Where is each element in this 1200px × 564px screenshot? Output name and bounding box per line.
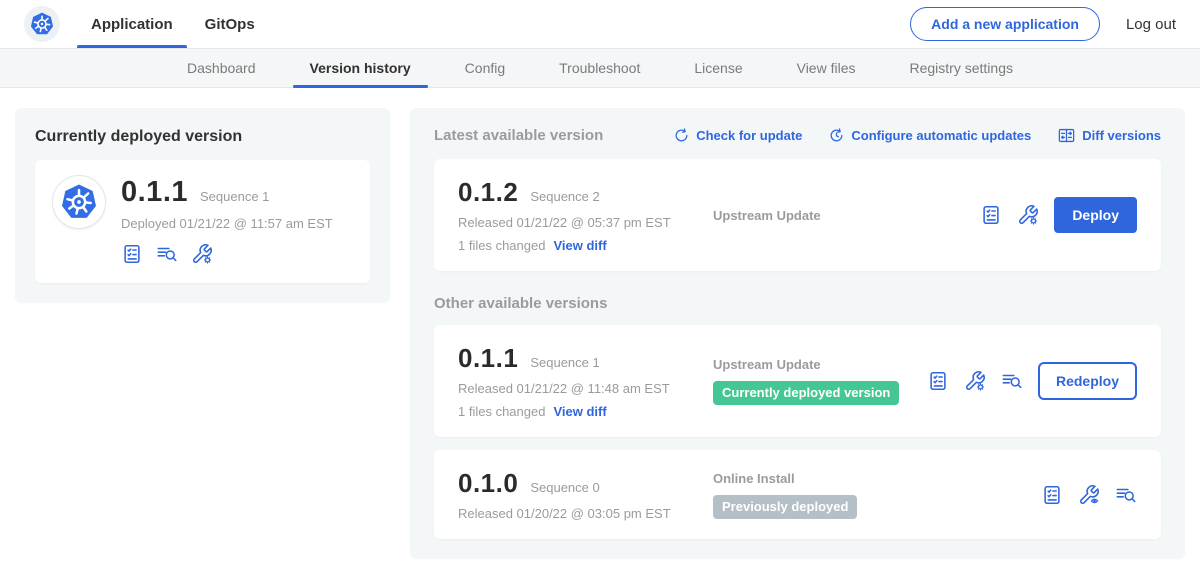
version-card-0-1-1: 0.1.1 Sequence 1 Released 01/21/22 @ 11:…: [434, 325, 1161, 437]
logs-icon[interactable]: [1115, 484, 1137, 506]
check-for-update-label: Check for update: [696, 128, 802, 143]
deployed-sequence-label: Sequence 1: [200, 189, 269, 204]
subnav-config[interactable]: Config: [438, 49, 532, 87]
deploy-button[interactable]: Deploy: [1054, 197, 1137, 233]
tab-application-label: Application: [91, 16, 173, 33]
checklist-icon[interactable]: [121, 243, 143, 265]
subnav-view-files[interactable]: View files: [770, 49, 883, 87]
add-new-application-button[interactable]: Add a new application: [910, 7, 1100, 41]
tab-application[interactable]: Application: [77, 0, 187, 48]
version-card-0-1-2: 0.1.2 Sequence 2 Released 01/21/22 @ 05:…: [434, 159, 1161, 271]
version-source-label: Upstream Update: [713, 208, 980, 223]
other-versions-header: Other available versions: [434, 295, 1161, 312]
checklist-icon[interactable]: [980, 204, 1002, 226]
subnav-troubleshoot[interactable]: Troubleshoot: [532, 49, 667, 87]
app-icon: [53, 176, 105, 228]
clock-refresh-icon: [828, 127, 845, 144]
sequence-label: Sequence 2: [530, 189, 599, 204]
config-gear-icon[interactable]: [191, 243, 213, 265]
diff-icon: [1057, 126, 1076, 145]
tab-gitops[interactable]: GitOps: [191, 0, 269, 48]
version-number: 0.1.0: [458, 468, 518, 499]
config-gear-icon[interactable]: [1017, 204, 1039, 226]
currently-deployed-title: Currently deployed version: [35, 128, 370, 146]
released-timestamp: Released 01/21/22 @ 05:37 pm EST: [458, 215, 713, 230]
sequence-label: Sequence 1: [530, 355, 599, 370]
version-card-0-1-0: 0.1.0 Sequence 0 Released 01/20/22 @ 03:…: [434, 450, 1161, 539]
view-diff-link[interactable]: View diff: [553, 238, 606, 253]
subnav-version-history[interactable]: Version history: [283, 49, 438, 87]
view-diff-link[interactable]: View diff: [553, 404, 606, 419]
version-source-label: Online Install: [713, 471, 1041, 486]
deployed-version-number: 0.1.1: [121, 176, 188, 209]
currently-deployed-badge: Currently deployed version: [713, 381, 899, 405]
subnav-registry-settings[interactable]: Registry settings: [883, 49, 1040, 87]
currently-deployed-panel: Currently deployed version 0.1.1 Sequenc…: [15, 108, 390, 303]
subnav-dashboard[interactable]: Dashboard: [160, 49, 283, 87]
redeploy-button[interactable]: Redeploy: [1038, 362, 1137, 400]
released-timestamp: Released 01/20/22 @ 03:05 pm EST: [458, 506, 713, 521]
tab-gitops-label: GitOps: [205, 16, 255, 33]
configure-automatic-updates-link[interactable]: Configure automatic updates: [828, 126, 1031, 145]
section-navigation: Dashboard Version history Config Trouble…: [0, 48, 1200, 88]
app-tabs: Application GitOps: [77, 0, 269, 48]
config-gear-icon[interactable]: [964, 370, 986, 392]
previously-deployed-badge: Previously deployed: [713, 495, 857, 519]
files-changed-label: 1 files changed: [458, 404, 545, 419]
top-navigation-bar: Application GitOps Add a new application…: [0, 0, 1200, 48]
version-source-label: Upstream Update: [713, 357, 927, 372]
check-for-update-link[interactable]: Check for update: [673, 126, 802, 145]
config-view-icon[interactable]: [1078, 484, 1100, 506]
main-content: Currently deployed version 0.1.1 Sequenc…: [0, 88, 1200, 564]
diff-versions-link[interactable]: Diff versions: [1057, 126, 1161, 145]
released-timestamp: Released 01/21/22 @ 11:48 am EST: [458, 381, 713, 396]
checklist-icon[interactable]: [1041, 484, 1063, 506]
version-number: 0.1.1: [458, 343, 518, 374]
available-versions-panel: Latest available version Check for updat…: [410, 108, 1185, 559]
version-number: 0.1.2: [458, 177, 518, 208]
refresh-icon: [673, 127, 690, 144]
checklist-icon[interactable]: [927, 370, 949, 392]
kubernetes-logo: [24, 6, 60, 42]
subnav-license[interactable]: License: [667, 49, 769, 87]
logs-icon[interactable]: [1001, 370, 1023, 392]
deployed-version-card: 0.1.1 Sequence 1 Deployed 01/21/22 @ 11:…: [35, 160, 370, 283]
logout-button[interactable]: Log out: [1126, 16, 1176, 33]
logs-icon[interactable]: [156, 243, 178, 265]
latest-version-header: Latest available version: [434, 127, 603, 144]
version-actions: Check for update Configure automatic upd…: [673, 126, 1161, 145]
sequence-label: Sequence 0: [530, 480, 599, 495]
files-changed-label: 1 files changed: [458, 238, 545, 253]
configure-automatic-updates-label: Configure automatic updates: [851, 128, 1031, 143]
deployed-timestamp: Deployed 01/21/22 @ 11:57 am EST: [121, 216, 333, 231]
diff-versions-label: Diff versions: [1082, 128, 1161, 143]
